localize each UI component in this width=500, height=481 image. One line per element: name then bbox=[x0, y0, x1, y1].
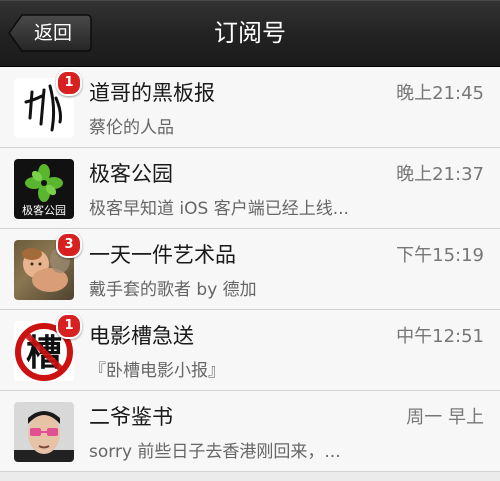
list-item[interactable]: 1 道哥的黑板报 晚上21:45 蔡伦的人品 bbox=[0, 67, 500, 148]
avatar-container: 槽 1 bbox=[14, 313, 82, 381]
item-name: 电影槽急送 bbox=[89, 324, 194, 348]
item-time: 周一 早上 bbox=[406, 407, 484, 428]
item-time: 晚上21:37 bbox=[396, 164, 484, 185]
item-name: 一天一件艺术品 bbox=[89, 243, 236, 267]
item-name: 二爷鉴书 bbox=[89, 405, 173, 429]
nav-bar: 返回 订阅号 bbox=[0, 0, 500, 67]
subscription-list: 1 道哥的黑板报 晚上21:45 蔡伦的人品 极客公园 极客公园 晚上21:37… bbox=[0, 67, 500, 472]
item-preview: 极客早知道 iOS 客户端已经上线... bbox=[89, 199, 349, 219]
item-name: 极客公园 bbox=[89, 162, 173, 186]
item-preview: 『卧槽电影小报』 bbox=[89, 361, 225, 381]
list-item[interactable]: 3 一天一件艺术品 下午15:19 戴手套的歌者 by 德加 bbox=[0, 229, 500, 310]
geekpark-logo-icon: 极客公园 bbox=[22, 164, 66, 217]
list-item[interactable]: 槽 1 电影槽急送 中午12:51 『卧槽电影小报』 bbox=[0, 310, 500, 391]
item-preview: sorry 前些日子去香港刚回来，... bbox=[89, 442, 341, 462]
person-photo-icon bbox=[14, 411, 74, 462]
avatar-container bbox=[14, 402, 74, 462]
avatar-container: 3 bbox=[14, 232, 82, 300]
item-time: 中午12:51 bbox=[396, 326, 484, 347]
geekpark-logo-text: 极客公园 bbox=[22, 203, 66, 217]
item-preview: 蔡伦的人品 bbox=[89, 118, 174, 138]
page-title: 订阅号 bbox=[214, 19, 286, 47]
list-item[interactable]: 二爷鉴书 周一 早上 sorry 前些日子去香港刚回来，... bbox=[0, 391, 500, 472]
unread-badge: 3 bbox=[56, 232, 82, 258]
unread-badge: 1 bbox=[56, 313, 82, 339]
item-preview: 戴手套的歌者 by 德加 bbox=[89, 280, 257, 300]
list-item[interactable]: 极客公园 极客公园 晚上21:37 极客早知道 iOS 客户端已经上线... bbox=[0, 148, 500, 229]
item-time: 下午15:19 bbox=[396, 245, 484, 266]
avatar-geekpark: 极客公园 bbox=[14, 159, 74, 219]
avatar-person bbox=[14, 402, 74, 462]
item-time: 晚上21:45 bbox=[396, 83, 484, 104]
unread-badge: 1 bbox=[56, 70, 82, 96]
avatar-container: 1 bbox=[14, 70, 82, 138]
item-name: 道哥的黑板报 bbox=[89, 81, 215, 105]
avatar-container: 极客公园 bbox=[14, 159, 74, 219]
